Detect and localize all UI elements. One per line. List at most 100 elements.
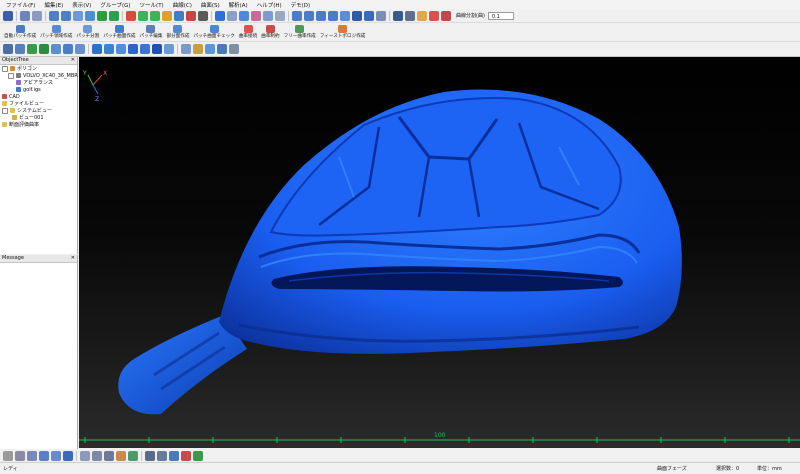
- surface-e-icon[interactable]: [140, 44, 150, 54]
- tree-item-polygon[interactable]: ポリゴン: [0, 65, 77, 72]
- curvature-constraint-button[interactable]: 曲率制約: [259, 25, 281, 39]
- menu-view[interactable]: 表示(V): [72, 1, 91, 9]
- view-side-icon[interactable]: [162, 10, 172, 21]
- texture-icon[interactable]: [275, 10, 285, 21]
- surface-g-icon[interactable]: [164, 44, 174, 54]
- tree-item-cad[interactable]: CAD: [0, 93, 77, 100]
- menu-group[interactable]: グループ(G): [100, 1, 130, 9]
- menu-edit[interactable]: 編集(E): [44, 1, 63, 9]
- surface-d-icon[interactable]: [128, 44, 138, 54]
- color-icon[interactable]: [116, 450, 126, 461]
- box-select-icon[interactable]: [15, 450, 25, 461]
- tree-item-section[interactable]: 断面評価曲率: [0, 121, 77, 128]
- undo-icon[interactable]: [20, 10, 30, 21]
- isolate-icon[interactable]: [104, 450, 114, 461]
- line-tool-icon[interactable]: [3, 44, 13, 54]
- menu-tools[interactable]: ツール(T): [140, 1, 164, 9]
- snap-y-icon[interactable]: [304, 10, 314, 21]
- spline-tool-icon[interactable]: [39, 44, 49, 54]
- golf-club-head-model[interactable]: [118, 89, 682, 415]
- rotate-icon[interactable]: [109, 10, 119, 21]
- revolve-icon[interactable]: [229, 44, 239, 54]
- surface-f-icon[interactable]: [152, 44, 162, 54]
- menu-demo[interactable]: デモ(D): [291, 1, 311, 9]
- section-view-icon[interactable]: [169, 450, 179, 461]
- polyline-tool-icon[interactable]: [15, 44, 25, 54]
- pan-icon[interactable]: [97, 10, 107, 21]
- view-bottom-icon[interactable]: [186, 10, 196, 21]
- curvature-map-icon[interactable]: [181, 450, 191, 461]
- surface-b-icon[interactable]: [104, 44, 114, 54]
- patch-surface-button[interactable]: パッチ曲面作成: [101, 25, 137, 39]
- tree-item-appearance[interactable]: アピアランス: [0, 79, 77, 86]
- patch-region-button[interactable]: パッチ領域作成: [38, 25, 74, 39]
- view-back-icon[interactable]: [198, 10, 208, 21]
- patch-split-button[interactable]: パッチ分割: [74, 25, 101, 39]
- pick-edge-icon[interactable]: [51, 450, 61, 461]
- tree-item-model[interactable]: VOLVO_XC40_36_MBR: [0, 72, 78, 79]
- zoom-input[interactable]: 0.1: [487, 11, 514, 20]
- sweep-icon[interactable]: [205, 44, 215, 54]
- tree-item-igs[interactable]: golf.igs: [0, 86, 77, 93]
- menu-analysis[interactable]: 解析(A): [229, 1, 248, 9]
- menu-curve[interactable]: 曲線(C): [173, 1, 192, 9]
- view-iso-icon[interactable]: [174, 10, 184, 21]
- trim-tool-icon[interactable]: [63, 44, 73, 54]
- 3d-viewport[interactable]: X Y Z 100: [79, 57, 800, 448]
- redo-icon[interactable]: [32, 10, 42, 21]
- mirror-icon[interactable]: [376, 10, 386, 21]
- render-icon[interactable]: [251, 10, 261, 21]
- curvature-connect-button[interactable]: 曲率接続: [237, 25, 259, 39]
- view-top-icon[interactable]: [150, 10, 160, 21]
- target-icon[interactable]: [364, 10, 374, 21]
- fillet-icon[interactable]: [181, 44, 191, 54]
- loft-icon[interactable]: [217, 44, 227, 54]
- patch-edit-button[interactable]: パッチ編集: [138, 25, 165, 39]
- measure-icon[interactable]: [352, 10, 362, 21]
- save-icon[interactable]: [3, 10, 13, 21]
- expand-icon[interactable]: [2, 107, 8, 114]
- view-front-icon[interactable]: [138, 10, 148, 21]
- pick-point-icon[interactable]: [39, 450, 49, 461]
- fit-view-icon[interactable]: [85, 10, 95, 21]
- close-icon[interactable]: ✕: [71, 57, 75, 64]
- snap-z-icon[interactable]: [316, 10, 326, 21]
- zoom-out-icon[interactable]: [61, 10, 71, 21]
- tree-item-fileview[interactable]: ファイルビュー: [0, 100, 77, 107]
- menu-help[interactable]: ヘルプ(H): [257, 1, 282, 9]
- zoom-window-icon[interactable]: [73, 10, 83, 21]
- surface-c-icon[interactable]: [116, 44, 126, 54]
- snap-center-icon[interactable]: [340, 10, 350, 21]
- menu-surface[interactable]: 曲面(S): [201, 1, 220, 9]
- tree-item-view001[interactable]: ビュー001: [0, 114, 77, 121]
- close-icon[interactable]: ✕: [71, 255, 75, 262]
- show-icon[interactable]: [92, 450, 102, 461]
- arc-tool-icon[interactable]: [27, 44, 37, 54]
- extend-tool-icon[interactable]: [75, 44, 85, 54]
- surface-a-icon[interactable]: [92, 44, 102, 54]
- panel-icon[interactable]: [441, 10, 451, 21]
- menu-file[interactable]: ファイル(F): [6, 1, 35, 9]
- hide-icon[interactable]: [80, 450, 90, 461]
- record-icon[interactable]: [393, 10, 403, 21]
- blend-icon[interactable]: [193, 44, 203, 54]
- layer-icon[interactable]: [128, 450, 138, 461]
- shade-icon[interactable]: [215, 10, 225, 21]
- settings-icon[interactable]: [405, 10, 415, 21]
- auto-patch-button[interactable]: 自動パッチ作成: [2, 25, 38, 39]
- lasso-icon[interactable]: [27, 450, 37, 461]
- expand-icon[interactable]: [8, 72, 14, 79]
- patch-check-button[interactable]: パッチ曲面チェック: [191, 25, 236, 39]
- measure-angle-icon[interactable]: [157, 450, 167, 461]
- offset-tool-icon[interactable]: [51, 44, 61, 54]
- pick-face-icon[interactable]: [63, 450, 73, 461]
- shade-wire-icon[interactable]: [239, 10, 249, 21]
- partial-surface-button[interactable]: 部分面作成: [164, 25, 191, 39]
- model-canvas[interactable]: X Y Z 100: [79, 57, 800, 448]
- select-icon[interactable]: [3, 450, 13, 461]
- grid-icon[interactable]: [417, 10, 427, 21]
- wire-icon[interactable]: [227, 10, 237, 21]
- expand-icon[interactable]: [2, 65, 8, 72]
- light-icon[interactable]: [263, 10, 273, 21]
- view-axis-icon[interactable]: [126, 10, 136, 21]
